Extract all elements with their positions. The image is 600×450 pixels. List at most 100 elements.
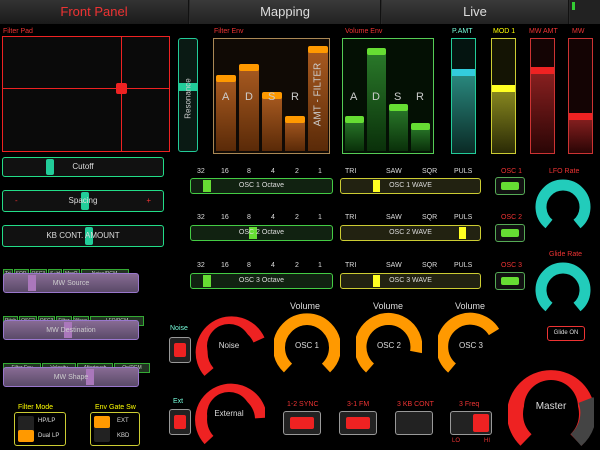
- oct-2: 2: [295, 262, 299, 269]
- fm-3-1-label: 3-1 FM: [347, 401, 370, 408]
- osc2-volume-label: OSC 2: [376, 341, 401, 350]
- mw-shape-label: MW Shape: [53, 374, 89, 381]
- venv-sustain-fill: [389, 107, 408, 151]
- filter-env-panel: A D S R AMT - FILTER: [213, 38, 330, 154]
- cutoff-slider[interactable]: Cutoff: [2, 157, 164, 177]
- venv-attack-thumb[interactable]: [345, 116, 364, 123]
- fenv-decay-thumb[interactable]: [239, 64, 259, 71]
- wave-tri: TRI: [345, 262, 357, 269]
- fenv-r-label: R: [291, 91, 299, 103]
- tab-mapping[interactable]: Mapping: [190, 0, 381, 24]
- oct-32: 32: [197, 168, 205, 175]
- fm-3-1-button[interactable]: [339, 411, 377, 435]
- oct-2: 2: [295, 214, 299, 221]
- mw-source-slider[interactable]: MW Source: [3, 273, 139, 293]
- p-amt-slider[interactable]: [451, 38, 476, 154]
- filter-pad[interactable]: [2, 36, 170, 152]
- sync-1-2-button[interactable]: [283, 411, 321, 435]
- wave-puls: PULS: [454, 168, 473, 175]
- fenv-decay-fill: [239, 67, 259, 151]
- fm-3-1-led: [346, 417, 370, 429]
- mod1-thumb[interactable]: [492, 85, 515, 92]
- osc2-volume-title: Volume: [373, 301, 404, 311]
- osc2-wave-thumb[interactable]: [459, 227, 466, 239]
- oct-8: 8: [247, 262, 251, 269]
- cutoff-thumb[interactable]: [46, 159, 54, 175]
- kb-cont-3-button[interactable]: [395, 411, 433, 435]
- mw-shape-slider[interactable]: MW Shape: [3, 367, 139, 387]
- mw-source-thumb[interactable]: [28, 275, 36, 291]
- osc2-button[interactable]: [495, 224, 525, 242]
- oct-4: 4: [271, 168, 275, 175]
- mw-amt-thumb[interactable]: [531, 67, 554, 74]
- p-amt-thumb[interactable]: [452, 69, 475, 76]
- resonance-slider[interactable]: Resonance: [178, 38, 198, 152]
- fenv-release-thumb[interactable]: [285, 116, 305, 123]
- osc3-wave-slider[interactable]: OSC 3 WAVE: [340, 273, 481, 289]
- freq-3-thumb[interactable]: [473, 414, 489, 432]
- freq-hi-label: HI: [484, 438, 490, 444]
- glide-on-button[interactable]: Glide ON: [547, 326, 585, 341]
- glide-rate-label: Glide Rate: [549, 251, 583, 258]
- mw-thumb[interactable]: [569, 113, 592, 120]
- venv-decay-thumb[interactable]: [367, 48, 386, 55]
- wave-tri: TRI: [345, 168, 357, 175]
- osc1-wave-thumb[interactable]: [373, 180, 380, 192]
- pad-crosshair-v: [121, 37, 122, 151]
- kb-cont-slider[interactable]: KB CONT. AMOUNT: [2, 225, 164, 247]
- osc1-octave-slider[interactable]: OSC 1 Octave: [190, 178, 333, 194]
- tab-live[interactable]: Live: [382, 0, 569, 24]
- freq-3-switch[interactable]: [450, 411, 492, 435]
- osc2-octave-slider[interactable]: OSC 2 Octave: [190, 225, 333, 241]
- osc1-octave-thumb[interactable]: [203, 180, 211, 192]
- noise-button[interactable]: [169, 337, 191, 363]
- osc3-led: [501, 277, 519, 285]
- osc2-octave-label: OSC 2 Octave: [238, 229, 285, 236]
- osc1-button[interactable]: [495, 177, 525, 195]
- tab-front-panel[interactable]: Front Panel: [0, 0, 189, 24]
- sync-1-2-label: 1-2 SYNC: [287, 401, 319, 408]
- mw-dest-slider[interactable]: MW Destination: [3, 320, 139, 340]
- filter-mode-thumb[interactable]: [18, 430, 34, 442]
- env-gate-switch[interactable]: EXT KBD: [90, 412, 140, 446]
- kb-cont-3-label: 3 KB CONT: [397, 401, 434, 408]
- fenv-attack-thumb[interactable]: [216, 75, 236, 82]
- filter-mode-switch[interactable]: HP/LP Dual LP: [14, 412, 66, 446]
- glide-rate-knob[interactable]: [535, 259, 591, 315]
- venv-sustain-thumb[interactable]: [389, 104, 408, 111]
- osc3-octave-thumb[interactable]: [203, 275, 211, 287]
- noise-led: [174, 343, 186, 357]
- filter-mode-dual-lp: Dual LP: [38, 433, 60, 439]
- osc2-wave-label: OSC 2 WAVE: [389, 229, 432, 236]
- env-gate-kbd: KBD: [117, 433, 130, 439]
- mod1-slider[interactable]: [491, 38, 516, 154]
- ext-button[interactable]: [169, 409, 191, 435]
- spacing-slider[interactable]: - Spacing +: [2, 190, 164, 212]
- lfo-rate-label: LFO Rate: [549, 168, 580, 175]
- osc1-octave-label: OSC 1 Octave: [238, 182, 285, 189]
- oct-8: 8: [247, 168, 251, 175]
- mw-amt-slider[interactable]: [530, 38, 555, 154]
- osc1-wave-label: OSC 1 WAVE: [389, 182, 432, 189]
- spacing-minus: -: [15, 196, 18, 205]
- osc2-wave-slider[interactable]: OSC 2 WAVE: [340, 225, 481, 241]
- osc3-wave-thumb[interactable]: [373, 275, 380, 287]
- external-knob-label: External: [214, 409, 244, 418]
- info-area: [570, 0, 600, 24]
- env-gate-thumb[interactable]: [94, 416, 110, 428]
- master-label: Master: [535, 401, 567, 412]
- venv-release-thumb[interactable]: [411, 123, 430, 130]
- oct-32: 32: [197, 262, 205, 269]
- noise-knob-label: Noise: [218, 341, 240, 350]
- pad-cursor[interactable]: [116, 83, 127, 94]
- env-gate-label: Env Gate Sw: [95, 404, 136, 411]
- osc3-button[interactable]: [495, 272, 525, 290]
- osc3-octave-slider[interactable]: OSC 3 Octave: [190, 273, 333, 289]
- osc2-led: [501, 229, 519, 237]
- osc1-wave-slider[interactable]: OSC 1 WAVE: [340, 178, 481, 194]
- osc3-octave-label: OSC 3 Octave: [238, 277, 285, 284]
- lfo-rate-knob[interactable]: [535, 176, 591, 232]
- venv-attack-fill: [345, 119, 364, 151]
- mw-slider[interactable]: [568, 38, 593, 154]
- venv-d-label: D: [372, 91, 380, 103]
